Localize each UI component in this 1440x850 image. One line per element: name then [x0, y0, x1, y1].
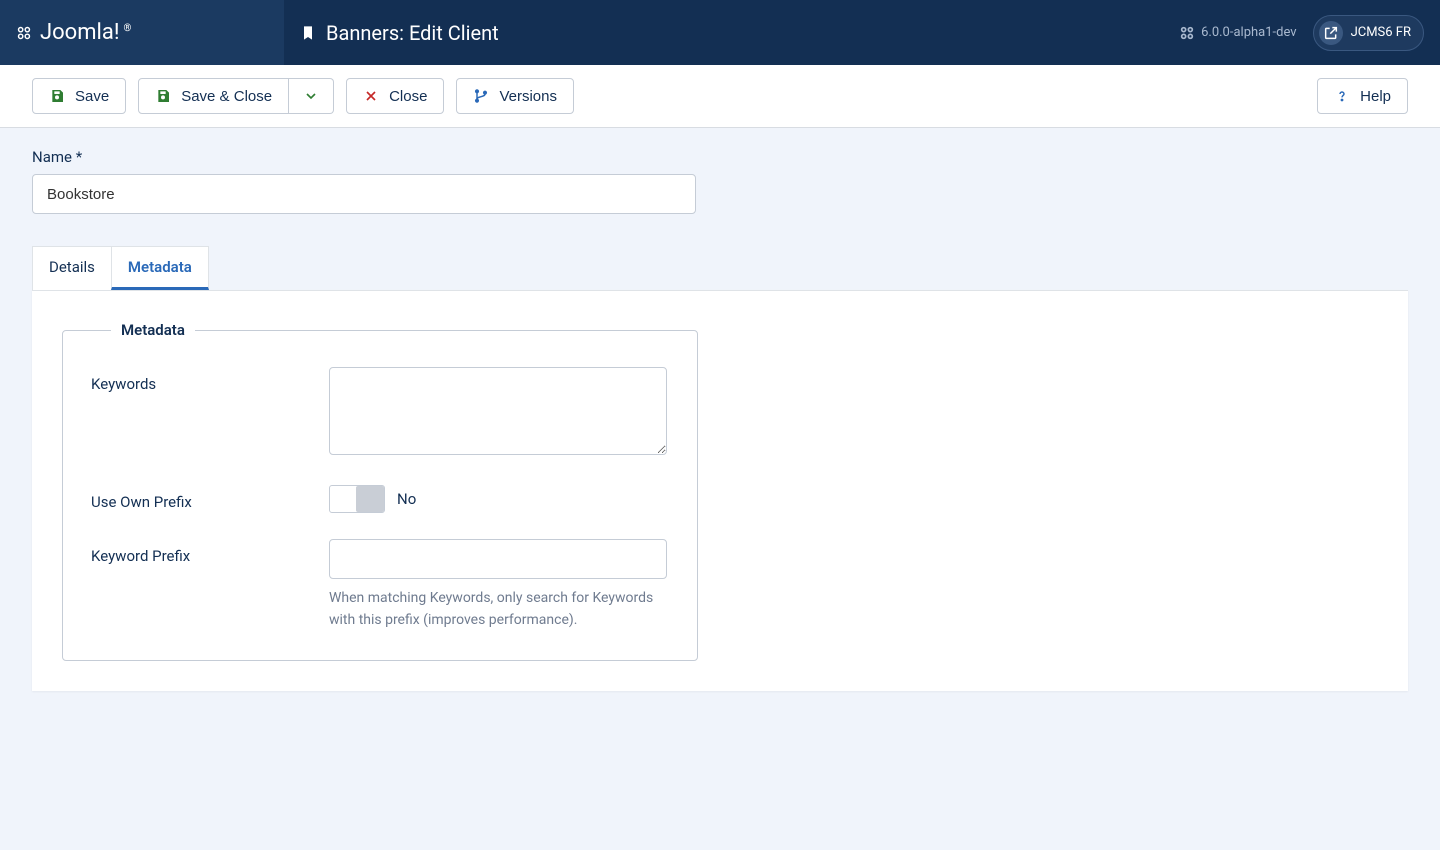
help-icon [1334, 88, 1350, 104]
tabs-container: Details Metadata Metadata Keywords Use O… [32, 246, 1408, 691]
joomla-logo: Joomla! ® [16, 20, 131, 45]
tab-panel-metadata: Metadata Keywords Use Own Prefix [32, 290, 1408, 691]
logo-trademark: ® [124, 23, 132, 34]
keyword-prefix-help: When matching Keywords, only search for … [329, 587, 667, 632]
toolbar-left: Save Save & Close Close [32, 78, 1305, 114]
save-close-group: Save & Close [138, 78, 334, 114]
bookmark-icon [300, 25, 316, 41]
tab-metadata[interactable]: Metadata [111, 246, 209, 290]
external-link-icon [1319, 21, 1343, 45]
keyword-prefix-row: Keyword Prefix When matching Keywords, o… [91, 539, 669, 632]
name-input[interactable] [32, 174, 696, 214]
logo-area[interactable]: Joomla! ® [0, 0, 284, 65]
version-badge[interactable]: 6.0.0-alpha1-dev [1179, 25, 1296, 41]
versions-label: Versions [499, 89, 557, 104]
name-label: Name * [32, 148, 1408, 166]
page-title-wrap: Banners: Edit Client [284, 21, 1179, 45]
versions-button[interactable]: Versions [456, 78, 574, 114]
save-button[interactable]: Save [32, 78, 126, 114]
keyword-prefix-input[interactable] [329, 539, 667, 579]
chevron-down-icon [303, 88, 319, 104]
logo-text: Joomla! [40, 20, 120, 45]
keywords-label: Keywords [91, 367, 329, 459]
use-own-prefix-value: No [397, 490, 416, 508]
help-label: Help [1360, 89, 1391, 104]
close-button[interactable]: Close [346, 78, 444, 114]
metadata-fieldset: Metadata Keywords Use Own Prefix [62, 321, 698, 661]
joomla-icon [16, 25, 32, 41]
page-title: Banners: Edit Client [326, 21, 499, 45]
metadata-legend: Metadata [111, 321, 195, 339]
save-close-label: Save & Close [181, 89, 272, 104]
use-own-prefix-row: Use Own Prefix No [91, 485, 669, 513]
toggle-knob [356, 486, 384, 512]
use-own-prefix-control: No [329, 485, 669, 513]
save-close-dropdown[interactable] [289, 78, 334, 114]
site-link-badge[interactable]: JCMS6 FR [1313, 15, 1424, 51]
toolbar: Save Save & Close Close [0, 65, 1440, 128]
save-icon [155, 88, 171, 104]
use-own-prefix-label: Use Own Prefix [91, 485, 329, 513]
help-button[interactable]: Help [1317, 78, 1408, 114]
keywords-textarea[interactable] [329, 367, 667, 455]
tab-details[interactable]: Details [32, 246, 112, 290]
joomla-small-icon [1179, 25, 1195, 41]
header-right: 6.0.0-alpha1-dev JCMS6 FR [1179, 15, 1440, 51]
app-header: Joomla! ® Banners: Edit Client 6.0.0-alp… [0, 0, 1440, 65]
site-name: JCMS6 FR [1351, 25, 1411, 40]
close-label: Close [389, 89, 427, 104]
keyword-prefix-label: Keyword Prefix [91, 539, 329, 632]
version-text: 6.0.0-alpha1-dev [1201, 25, 1296, 40]
tab-strip: Details Metadata [32, 246, 1408, 290]
use-own-prefix-toggle[interactable] [329, 485, 385, 513]
form-area: Name * Details Metadata Metadata Keyword… [0, 128, 1440, 691]
save-label: Save [75, 89, 109, 104]
save-close-button[interactable]: Save & Close [138, 78, 289, 114]
keywords-row: Keywords [91, 367, 669, 459]
close-icon [363, 88, 379, 104]
save-icon [49, 88, 65, 104]
branch-icon [473, 88, 489, 104]
